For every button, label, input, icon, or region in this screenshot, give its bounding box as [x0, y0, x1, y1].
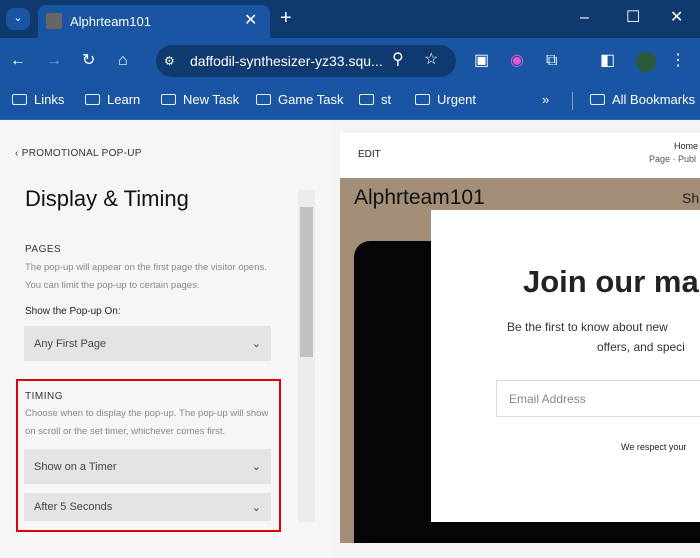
extension-icon[interactable]: ◉ — [510, 51, 524, 71]
bookmark-links[interactable]: Links — [12, 92, 64, 107]
page-name: Home — [674, 141, 699, 151]
email-input[interactable]: Email Address — [496, 380, 700, 417]
pages-heading: PAGES — [25, 244, 62, 255]
side-panel-icon[interactable]: ◧ — [600, 51, 615, 71]
bookmark-game-task[interactable]: Game Task — [256, 92, 344, 107]
close-window-icon[interactable]: ✕ — [670, 8, 683, 28]
bookmark-urgent[interactable]: Urgent — [415, 92, 476, 107]
bookmark-learn[interactable]: Learn — [85, 92, 140, 107]
toolbar: ← → ↻ ⌂ ⚙ daffodil-synthesizer-yz33.squ.… — [0, 38, 700, 84]
tab-strip: ⌄ Alphrteam101 ✕ + – ☐ ✕ — [0, 0, 700, 38]
pages-description: The pop-up will appear on the first page… — [25, 262, 267, 291]
chevron-down-icon: ⌄ — [251, 338, 261, 350]
privacy-note: We respect your — [621, 442, 687, 452]
address-bar[interactable]: ⚙ daffodil-synthesizer-yz33.squ... ⚲ ☆ — [156, 45, 456, 77]
maximize-icon[interactable]: ☐ — [626, 8, 640, 28]
bookmarks-overflow[interactable]: » — [542, 92, 549, 107]
home-icon[interactable]: ⌂ — [118, 51, 128, 71]
bookmark-st[interactable]: st — [359, 92, 391, 107]
timing-delay-select[interactable]: After 5 Seconds ⌄ — [24, 493, 271, 521]
profile-avatar[interactable] — [636, 52, 656, 72]
folder-icon — [256, 94, 271, 105]
popup-text: offers, and speci — [597, 340, 685, 354]
browser-tab[interactable]: Alphrteam101 ✕ — [38, 5, 270, 38]
popup-text: Be the first to know about new — [507, 320, 668, 334]
scrollbar[interactable] — [298, 190, 315, 522]
divider — [572, 92, 573, 110]
show-on-label: Show the Pop-up On: — [25, 306, 121, 317]
forward-icon[interactable]: → — [46, 51, 62, 71]
tab-search-button[interactable]: ⌄ — [6, 8, 30, 30]
site-info-icon[interactable]: ⚙ — [164, 51, 175, 71]
chevron-down-icon: ⌄ — [251, 461, 261, 473]
show-on-select[interactable]: Any First Page ⌄ — [24, 326, 271, 361]
edit-button[interactable]: EDIT — [358, 149, 381, 160]
back-icon[interactable]: ← — [10, 51, 26, 71]
folder-icon — [85, 94, 100, 105]
url-text[interactable]: daffodil-synthesizer-yz33.squ... — [190, 53, 383, 69]
back-link[interactable]: ‹ PROMOTIONAL POP-UP — [15, 148, 142, 159]
editor-header: EDIT Home Page · Publ — [340, 133, 700, 178]
folder-icon — [359, 94, 374, 105]
site-title: Alphrteam101 — [354, 186, 485, 209]
all-bookmarks[interactable]: All Bookmarks — [590, 92, 695, 107]
bookmark-star-icon[interactable]: ☆ — [424, 50, 438, 70]
folder-icon — [415, 94, 430, 105]
folder-icon — [161, 94, 176, 105]
timing-mode-select[interactable]: Show on a Timer ⌄ — [24, 449, 271, 484]
reload-icon[interactable]: ↻ — [82, 51, 95, 71]
menu-icon[interactable]: ⋮ — [670, 51, 686, 71]
tab-title: Alphrteam101 — [70, 14, 151, 29]
folder-icon — [12, 94, 27, 105]
folder-icon — [590, 94, 605, 105]
page-status: Page · Publ — [649, 154, 697, 164]
extensions-puzzle-icon[interactable]: ⧉ — [546, 51, 557, 71]
scrollbar-thumb[interactable] — [300, 207, 313, 357]
chevron-down-icon: ⌄ — [251, 501, 261, 514]
nav-item[interactable]: Sh — [682, 190, 699, 206]
timing-description: Choose when to display the pop-up. The p… — [25, 408, 269, 437]
settings-panel: ‹ PROMOTIONAL POP-UP Display & Timing PA… — [0, 120, 333, 558]
minimize-icon[interactable]: – — [580, 8, 589, 28]
new-tab-icon[interactable]: + — [280, 8, 292, 28]
timing-heading: TIMING — [25, 391, 63, 402]
close-tab-icon[interactable]: ✕ — [244, 11, 257, 31]
popup-modal: Join our ma Be the first to know about n… — [431, 210, 700, 522]
page-title: Display & Timing — [25, 186, 189, 211]
extension-icon[interactable]: ▣ — [474, 51, 489, 71]
site-preview: Alphrteam101 Sh Join our ma Be the first… — [340, 178, 700, 543]
site-favicon-icon — [46, 13, 62, 29]
popup-title: Join our ma — [523, 264, 699, 299]
bookmark-new-task[interactable]: New Task — [161, 92, 239, 107]
zoom-icon[interactable]: ⚲ — [392, 50, 404, 70]
